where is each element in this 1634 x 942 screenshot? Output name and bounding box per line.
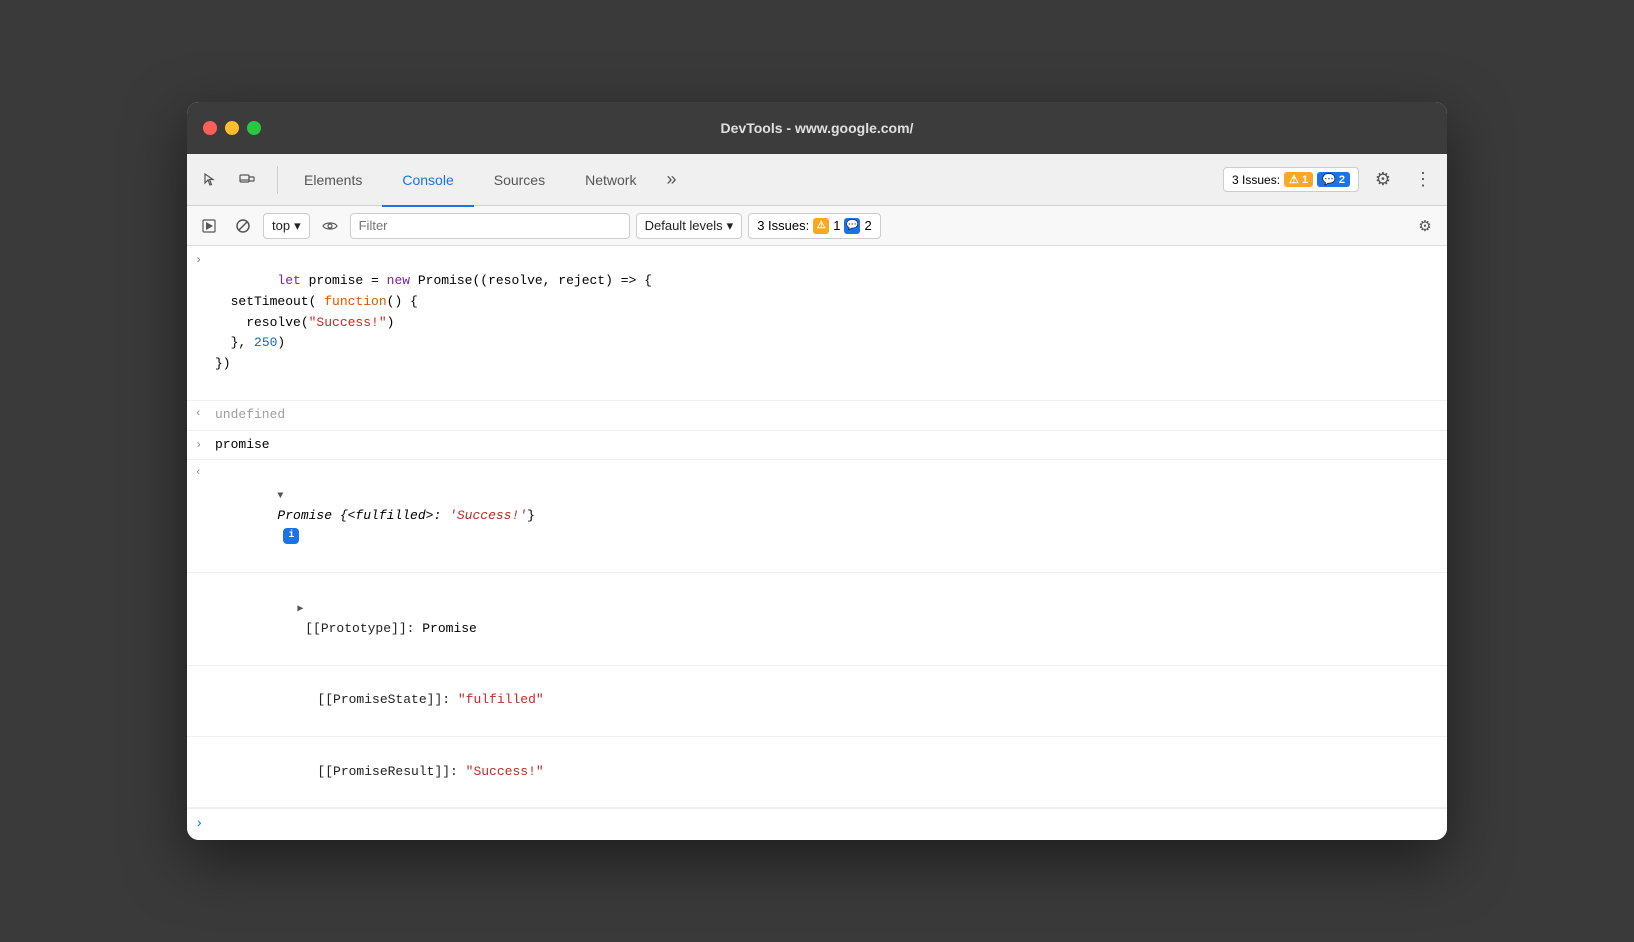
console-warn-icon: ⚠ [813,218,829,234]
issues-label: 3 Issues: [1232,173,1280,187]
promise-close-brace: } [527,508,535,523]
console-settings-button[interactable]: ⚙ [1411,212,1439,240]
levels-selector[interactable]: Default levels ▾ [636,213,743,239]
console-output: › let promise = new Promise((resolve, re… [187,246,1447,840]
console-line-code: › let promise = new Promise((resolve, re… [187,246,1447,401]
device-mode-button[interactable] [231,164,263,196]
keyword-let: let [277,273,300,288]
console-line-promise-output: ‹ ▼ Promise {<fulfilled>: 'Success!'} i [187,460,1447,573]
maximize-button[interactable] [247,121,261,135]
warn-count: 1 [1302,174,1308,186]
execute-button[interactable] [195,212,223,240]
console-line-promise-input: › promise [187,431,1447,461]
eye-icon [322,220,338,232]
state-val: "fulfilled" [458,692,544,707]
state-key: [[PromiseState]]: [317,692,457,707]
device-icon [239,172,255,188]
code-block: let promise = new Promise((resolve, reje… [215,248,1447,398]
warn-badge: ⚠ 1 [1284,172,1313,187]
console-info-icon: 💬 [844,218,860,234]
keyword-function: function [324,294,386,309]
result-val: "Success!" [466,764,544,779]
code-text: promise = [301,273,387,288]
tabs-more-button[interactable]: » [656,154,686,206]
play-icon [202,219,216,233]
prototype-content: ▶ [[Prototype]]: Promise [235,575,1447,662]
close-button[interactable] [203,121,217,135]
tab-console[interactable]: Console [382,155,473,207]
console-info-count: 2 [864,218,871,233]
prompt-arrow-icon[interactable]: › [195,813,203,835]
issues-badge[interactable]: 3 Issues: ⚠ 1 💬 2 [1223,167,1359,192]
minimize-button[interactable] [225,121,239,135]
info-icon: 💬 [1322,174,1336,186]
console-toolbar: top ▾ Default levels ▾ 3 Issues: ⚠ 1 💬 2… [187,206,1447,246]
info-count: 2 [1339,174,1345,186]
result-content: [[PromiseResult]]: "Success!" [255,739,1447,805]
inspect-element-button[interactable] [195,164,227,196]
tab-elements[interactable]: Elements [284,155,382,207]
more-options-button[interactable]: ⋮ [1407,164,1439,196]
promise-output: ▼ Promise {<fulfilled>: 'Success!'} i [215,462,1447,570]
info-badge: 💬 2 [1317,172,1350,187]
prototype-key: [[Prototype]]: [297,621,422,636]
console-line-state: [[PromiseState]]: "fulfilled" [187,666,1447,737]
filter-input[interactable] [350,213,630,239]
state-content: [[PromiseState]]: "fulfilled" [255,668,1447,734]
tabs: Elements Console Sources Network » [284,154,1223,206]
promise-collapse-icon[interactable]: ▼ [277,491,283,502]
console-line-undefined: ‹ undefined [187,401,1447,431]
ban-icon [235,218,251,234]
promise-label: Promise {<fulfilled>: [277,508,449,523]
toolbar-right: 3 Issues: ⚠ 1 💬 2 ⚙ ⋮ [1223,164,1439,196]
prototype-val: Promise [422,621,477,636]
clear-console-button[interactable] [229,212,257,240]
promise-input: promise [215,433,1447,458]
window-title: DevTools - www.google.com/ [721,120,914,136]
string-success: "Success!" [309,315,387,330]
dropdown-arrow-icon: ▾ [294,218,301,234]
prototype-expand-icon[interactable]: ▶ [297,604,303,615]
number-250: 250 [254,335,277,350]
context-selector[interactable]: top ▾ [263,213,310,239]
levels-arrow-icon: ▾ [727,218,734,234]
line-expand-arrow2[interactable]: › [195,433,215,455]
promise-value: 'Success!' [449,508,527,523]
toolbar-icons [195,164,263,196]
console-issues-label: 3 Issues: [757,218,809,233]
line-expand-arrow[interactable]: › [195,248,215,270]
warn-icon: ⚠ [1289,174,1299,186]
devtools-window: DevTools - www.google.com/ Elements Cons… [187,102,1447,840]
main-toolbar: Elements Console Sources Network » 3 Iss… [187,154,1447,206]
console-warn-count: 1 [833,218,840,233]
levels-label: Default levels [645,218,723,233]
console-line-prototype: ▶ [[Prototype]]: Promise [187,573,1447,665]
cursor-icon [203,172,219,188]
tab-network[interactable]: Network [565,155,656,207]
result-key: [[PromiseResult]]: [317,764,465,779]
keyword-new: new [387,273,410,288]
context-label: top [272,218,290,233]
line-back-arrow2: ‹ [195,462,215,483]
tab-sources[interactable]: Sources [474,155,565,207]
undefined-output: undefined [215,403,1447,428]
traffic-lights [203,121,261,135]
console-issues-pill[interactable]: 3 Issues: ⚠ 1 💬 2 [748,213,881,239]
toolbar-divider [277,166,278,194]
live-expressions-button[interactable] [316,212,344,240]
line-back-arrow: ‹ [195,403,215,424]
console-line-result: [[PromiseResult]]: "Success!" [187,737,1447,808]
console-prompt: › [187,808,1447,839]
settings-button[interactable]: ⚙ [1367,164,1399,196]
titlebar: DevTools - www.google.com/ [187,102,1447,154]
info-badge-icon[interactable]: i [283,528,299,544]
